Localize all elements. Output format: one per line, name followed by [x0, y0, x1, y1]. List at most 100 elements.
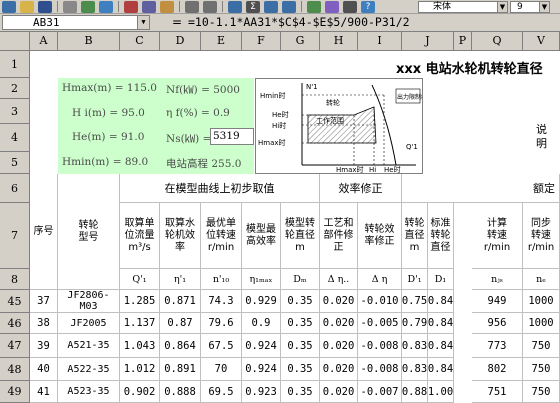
- cell-ne[interactable]: 1000: [523, 290, 560, 313]
- row-header-49[interactable]: 49: [0, 381, 30, 403]
- cell-model[interactable]: JF2005: [58, 313, 120, 334]
- select-all-corner[interactable]: [0, 32, 30, 51]
- row-header-8[interactable]: 8: [0, 269, 30, 290]
- column-header-p[interactable]: P: [454, 32, 472, 51]
- cell-eta[interactable]: 0.871: [160, 290, 201, 313]
- cell-ds[interactable]: 0.84: [428, 313, 454, 334]
- cell-proc[interactable]: 0.020: [320, 290, 358, 313]
- cell-model[interactable]: JF2806-M03: [58, 290, 120, 313]
- cell-n10[interactable]: 69.5: [201, 381, 242, 403]
- column-header-a[interactable]: A: [30, 32, 58, 51]
- cell-ne[interactable]: 750: [523, 381, 560, 403]
- print-icon[interactable]: [63, 0, 77, 13]
- spelling-icon[interactable]: [99, 0, 113, 13]
- cell-deta[interactable]: -0.010: [358, 290, 402, 313]
- row-header-45[interactable]: 45: [0, 290, 30, 313]
- cell-seq[interactable]: 37: [30, 290, 58, 313]
- cell-etamax[interactable]: 0.9: [242, 313, 281, 334]
- cell-eta[interactable]: 0.891: [160, 358, 201, 381]
- cell-ds[interactable]: 0.84: [428, 358, 454, 381]
- column-header-f[interactable]: F: [242, 32, 281, 51]
- column-header-e[interactable]: E: [201, 32, 242, 51]
- redo-icon[interactable]: [203, 0, 217, 13]
- cell-q[interactable]: 0.902: [120, 381, 160, 403]
- open-folder-icon[interactable]: [20, 0, 34, 13]
- row-header-5[interactable]: 5: [0, 152, 30, 174]
- column-header-g[interactable]: G: [281, 32, 320, 51]
- cell-proc[interactable]: 0.020: [320, 358, 358, 381]
- cell-deta[interactable]: -0.005: [358, 313, 402, 334]
- cell-n10[interactable]: 70: [201, 358, 242, 381]
- cell-proc[interactable]: 0.020: [320, 313, 358, 334]
- undo-icon[interactable]: [185, 0, 199, 13]
- cell-q[interactable]: 1.012: [120, 358, 160, 381]
- zoom-icon[interactable]: [343, 0, 357, 13]
- hyperlink-icon[interactable]: [228, 0, 242, 13]
- autosum-icon[interactable]: Σ: [246, 0, 260, 13]
- row-header-3[interactable]: 3: [0, 99, 30, 124]
- cell-q[interactable]: 1.137: [120, 313, 160, 334]
- cell-n10[interactable]: 79.6: [201, 313, 242, 334]
- column-header-d[interactable]: D: [160, 32, 201, 51]
- row-header-1[interactable]: 1: [0, 51, 30, 78]
- cell-d1[interactable]: 0.83: [402, 334, 428, 358]
- cell-eta[interactable]: 0.888: [160, 381, 201, 403]
- cell-d1[interactable]: 0.75: [402, 290, 428, 313]
- cell-etamax[interactable]: 0.924: [242, 334, 281, 358]
- cell-d1[interactable]: 0.79: [402, 313, 428, 334]
- param-ns-value[interactable]: 5319: [210, 128, 254, 145]
- cell-seq[interactable]: 41: [30, 381, 58, 403]
- cell-q[interactable]: 1.285: [120, 290, 160, 313]
- cell-deta[interactable]: -0.007: [358, 381, 402, 403]
- paste-icon[interactable]: [160, 0, 174, 13]
- cell-ds[interactable]: 0.84: [428, 290, 454, 313]
- cell-ds[interactable]: 1.00: [428, 381, 454, 403]
- font-name-select[interactable]: 宋体 ▼: [418, 1, 508, 13]
- cell-model[interactable]: A523-35: [58, 381, 120, 403]
- cell-ne[interactable]: 1000: [523, 313, 560, 334]
- cell-n10[interactable]: 67.5: [201, 334, 242, 358]
- cell-seq[interactable]: 40: [30, 358, 58, 381]
- row-header-47[interactable]: 47: [0, 334, 30, 358]
- row-header-6[interactable]: 6: [0, 174, 30, 203]
- cell-ne[interactable]: 750: [523, 358, 560, 381]
- new-file-icon[interactable]: [2, 0, 16, 13]
- column-header-i[interactable]: I: [358, 32, 402, 51]
- cell-q[interactable]: 1.043: [120, 334, 160, 358]
- formula-input[interactable]: =10-1.1*AA31*$C$4-$E$5/900-P31/2: [188, 15, 410, 30]
- chevron-down-icon[interactable]: ▼: [497, 2, 507, 12]
- preview-icon[interactable]: [81, 0, 95, 13]
- cell-dm[interactable]: 0.35: [281, 290, 320, 313]
- copy-icon[interactable]: [142, 0, 156, 13]
- cell-d1[interactable]: 0.83: [402, 358, 428, 381]
- cell-nj[interactable]: 773: [472, 334, 523, 358]
- cell-dm[interactable]: 0.35: [281, 358, 320, 381]
- cell-n10[interactable]: 74.3: [201, 290, 242, 313]
- chart-wizard-icon[interactable]: [307, 0, 321, 13]
- save-icon[interactable]: [38, 0, 52, 13]
- cell-dm[interactable]: 0.35: [281, 334, 320, 358]
- column-header-h[interactable]: H: [320, 32, 358, 51]
- help-icon[interactable]: ?: [361, 0, 375, 13]
- cell-etamax[interactable]: 0.923: [242, 381, 281, 403]
- cell-model[interactable]: A521-35: [58, 334, 120, 358]
- cell-dm[interactable]: 0.35: [281, 313, 320, 334]
- font-size-select[interactable]: 9 ▼: [510, 1, 550, 13]
- cell-nj[interactable]: 802: [472, 358, 523, 381]
- cell-nj[interactable]: 949: [472, 290, 523, 313]
- cell-proc[interactable]: 0.020: [320, 381, 358, 403]
- row-header-48[interactable]: 48: [0, 358, 30, 381]
- cell-seq[interactable]: 38: [30, 313, 58, 334]
- name-box[interactable]: AB31 ▼: [2, 15, 150, 30]
- sort-descending-icon[interactable]: [282, 0, 296, 13]
- chevron-down-icon[interactable]: ▼: [137, 16, 149, 29]
- cell-etamax[interactable]: 0.924: [242, 358, 281, 381]
- row-header-2[interactable]: 2: [0, 78, 30, 99]
- cell-nj[interactable]: 751: [472, 381, 523, 403]
- cell-ne[interactable]: 750: [523, 334, 560, 358]
- cut-icon[interactable]: [124, 0, 138, 13]
- column-header-q[interactable]: Q: [472, 32, 523, 51]
- cell-seq[interactable]: 39: [30, 334, 58, 358]
- row-header-7[interactable]: 7: [0, 203, 30, 269]
- row-header-4[interactable]: 4: [0, 124, 30, 152]
